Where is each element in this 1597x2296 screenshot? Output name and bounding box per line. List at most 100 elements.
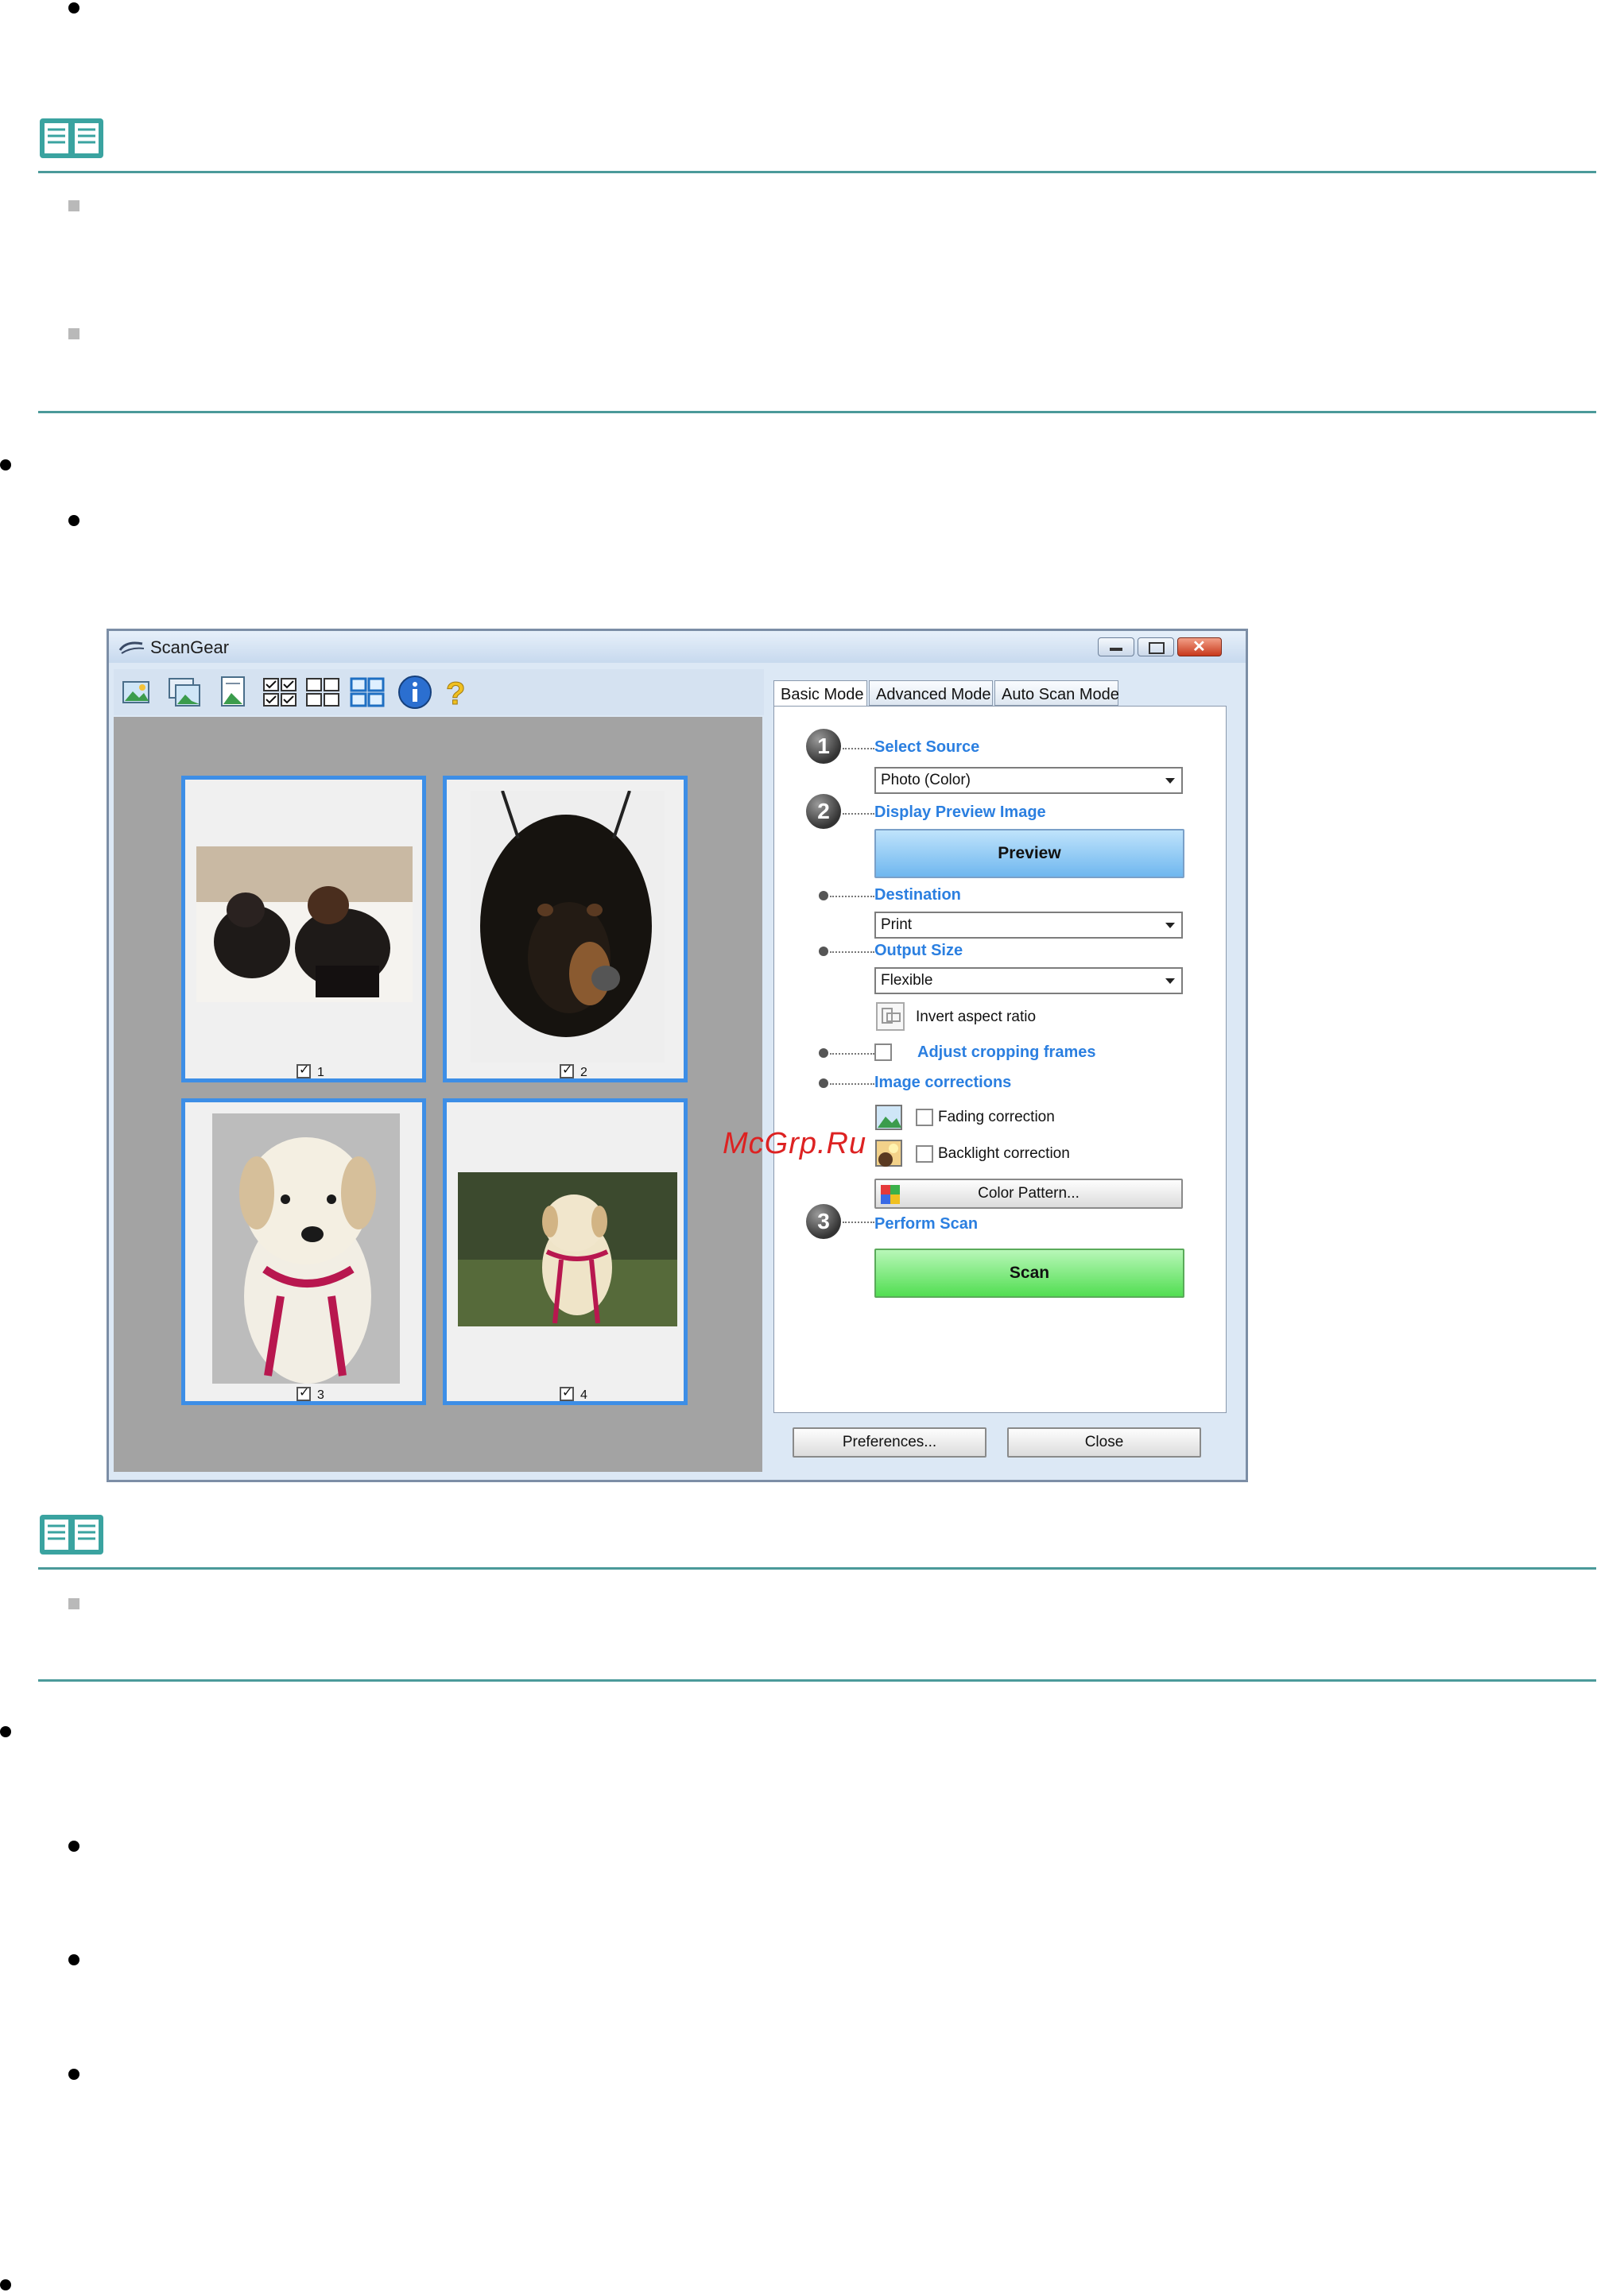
chevron-down-icon bbox=[1165, 978, 1175, 984]
bullet bbox=[68, 2069, 79, 2080]
thumbnail-photo bbox=[196, 846, 413, 1002]
scangear-logo-icon bbox=[118, 641, 145, 654]
color-pattern-button[interactable]: Color Pattern... bbox=[874, 1179, 1183, 1209]
destination-value: Print bbox=[881, 916, 913, 933]
note-bullet bbox=[68, 200, 79, 211]
info-icon[interactable] bbox=[397, 674, 433, 710]
bullet bbox=[0, 2279, 11, 2290]
bullet bbox=[0, 1726, 11, 1737]
bullet bbox=[68, 1954, 79, 1965]
select-source-label: Select Source bbox=[874, 738, 980, 756]
fading-correction-label: Fading correction bbox=[938, 1109, 1055, 1125]
close-button[interactable]: Close bbox=[1007, 1427, 1201, 1458]
window-title: ScanGear bbox=[150, 637, 230, 657]
preferences-button[interactable]: Preferences... bbox=[793, 1427, 986, 1458]
adjust-cropping-checkbox[interactable] bbox=[874, 1043, 892, 1061]
thumbnail-checkbox[interactable] bbox=[560, 1384, 574, 1401]
note-rule bbox=[38, 411, 1596, 413]
destination-dropdown[interactable]: Print bbox=[874, 912, 1183, 939]
thumbnail-1[interactable]: 1 bbox=[181, 776, 426, 1082]
watermark: McGrp.Ru bbox=[723, 1127, 867, 1160]
thumbnail-checkbox[interactable] bbox=[560, 1062, 574, 1078]
color-pattern-icon bbox=[881, 1185, 900, 1204]
thumbnail-number: 2 bbox=[580, 1066, 587, 1079]
fading-correction-icon bbox=[875, 1105, 902, 1130]
title-bar: ScanGear ✕ bbox=[109, 631, 1246, 663]
thumbnail-photo bbox=[212, 1113, 400, 1384]
preview-area: 1 2 bbox=[114, 717, 762, 1472]
thumbnail-view-icon[interactable] bbox=[349, 674, 386, 710]
backlight-correction-checkbox[interactable] bbox=[916, 1145, 933, 1163]
note-rule bbox=[38, 1567, 1596, 1570]
step-connector bbox=[830, 1053, 874, 1055]
bullet bbox=[68, 515, 79, 526]
select-source-dropdown[interactable]: Photo (Color) bbox=[874, 767, 1183, 794]
invert-aspect-ratio-button[interactable] bbox=[876, 1002, 905, 1031]
thumbnail-checkbox[interactable] bbox=[297, 1384, 311, 1401]
thumbnail-photo bbox=[458, 1172, 677, 1326]
step-connector bbox=[843, 813, 874, 815]
tab-content: 1 Select Source Photo (Color) 2 Display … bbox=[773, 706, 1227, 1413]
scan-photo-icon[interactable] bbox=[118, 674, 155, 710]
thumbnail-2[interactable]: 2 bbox=[443, 776, 688, 1082]
select-source-value: Photo (Color) bbox=[881, 772, 971, 788]
minimize-button[interactable] bbox=[1098, 637, 1134, 656]
destination-label: Destination bbox=[874, 886, 961, 904]
minimize-icon bbox=[1110, 648, 1122, 651]
color-pattern-label: Color Pattern... bbox=[978, 1185, 1080, 1202]
step-2-badge: 2 bbox=[806, 794, 841, 829]
note-rule bbox=[38, 1679, 1596, 1682]
invert-aspect-icon bbox=[882, 1008, 901, 1024]
toolbar: ? bbox=[114, 669, 764, 715]
display-preview-label: Display Preview Image bbox=[874, 803, 1046, 821]
output-size-dropdown[interactable]: Flexible bbox=[874, 967, 1183, 994]
bullet bbox=[68, 1841, 79, 1852]
scan-multi-icon[interactable] bbox=[166, 674, 203, 710]
help-icon[interactable]: ? bbox=[438, 674, 475, 711]
scangear-window: ScanGear ✕ ? ✓ 1 ✓ 2 ✓ 3 ✓ 4 Basic Mode … bbox=[107, 629, 1248, 1482]
step-dot bbox=[819, 1048, 828, 1058]
step-dot bbox=[819, 1078, 828, 1088]
step-dot bbox=[819, 891, 828, 900]
invert-aspect-ratio-label: Invert aspect ratio bbox=[916, 1009, 1037, 1025]
thumbnail-photo bbox=[471, 791, 665, 1063]
note-bullet bbox=[68, 1598, 79, 1609]
thumbnail-3[interactable]: 3 bbox=[181, 1098, 426, 1405]
adjust-cropping-label: Adjust cropping frames bbox=[917, 1043, 1096, 1061]
step-3-badge: 3 bbox=[806, 1204, 841, 1239]
thumbnail-4[interactable]: 4 bbox=[443, 1098, 688, 1405]
select-all-icon[interactable] bbox=[262, 674, 298, 710]
backlight-correction-icon bbox=[875, 1140, 902, 1167]
deselect-icon[interactable] bbox=[304, 674, 341, 710]
note-book-icon bbox=[40, 1515, 103, 1555]
preview-button[interactable]: Preview bbox=[874, 829, 1184, 878]
scan-button[interactable]: Scan bbox=[874, 1249, 1184, 1298]
thumbnail-number: 1 bbox=[317, 1066, 324, 1079]
scan-doc-icon[interactable] bbox=[214, 674, 250, 710]
step-connector bbox=[830, 1083, 874, 1085]
perform-scan-label: Perform Scan bbox=[874, 1215, 979, 1233]
note-book-icon bbox=[40, 118, 103, 158]
step-1-badge: 1 bbox=[806, 729, 841, 764]
thumbnail-checkbox[interactable] bbox=[297, 1062, 311, 1078]
maximize-button[interactable] bbox=[1138, 637, 1174, 656]
image-corrections-label: Image corrections bbox=[874, 1074, 1012, 1091]
step-dot bbox=[819, 947, 828, 956]
close-icon: ✕ bbox=[1192, 638, 1206, 656]
chevron-down-icon bbox=[1165, 923, 1175, 928]
close-window-button[interactable]: ✕ bbox=[1177, 637, 1222, 656]
maximize-icon bbox=[1149, 642, 1165, 654]
chevron-down-icon bbox=[1165, 778, 1175, 784]
tab-auto-scan-mode[interactable]: Auto Scan Mode bbox=[994, 680, 1119, 706]
tab-basic-mode[interactable]: Basic Mode bbox=[773, 680, 867, 707]
step-connector bbox=[830, 951, 874, 953]
fading-correction-checkbox[interactable] bbox=[916, 1109, 933, 1126]
tab-advanced-mode[interactable]: Advanced Mode bbox=[869, 680, 993, 706]
note-bullet bbox=[68, 328, 79, 339]
output-size-label: Output Size bbox=[874, 942, 963, 959]
note-rule bbox=[38, 171, 1596, 173]
output-size-value: Flexible bbox=[881, 972, 933, 989]
step-connector bbox=[843, 748, 874, 749]
svg-text:?: ? bbox=[446, 676, 465, 710]
bullet bbox=[0, 459, 11, 470]
